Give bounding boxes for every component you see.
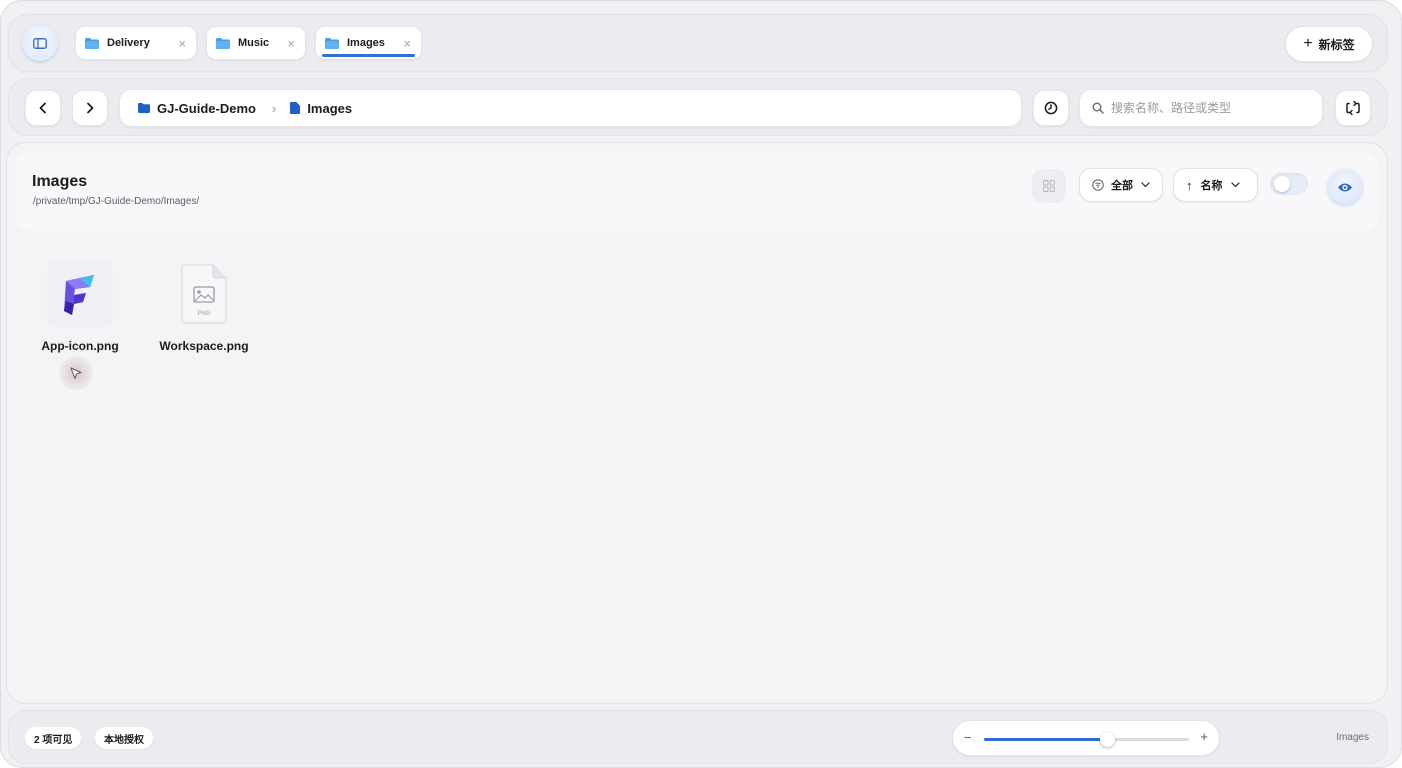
current-location-label: Images <box>1336 732 1369 743</box>
sort-label: 名称 <box>1200 180 1223 192</box>
file-type-badge: PNG <box>197 311 210 317</box>
tab-label: Delivery <box>107 37 150 49</box>
chevron-down-icon <box>1230 182 1240 188</box>
close-icon[interactable]: × <box>178 36 186 51</box>
search-input[interactable] <box>1111 101 1311 115</box>
filter-dropdown[interactable]: 全部 <box>1079 168 1163 202</box>
mouse-cursor-icon <box>59 356 93 390</box>
clock-icon <box>1044 101 1058 115</box>
tab-music[interactable]: Music × <box>206 26 306 60</box>
app-logo-icon <box>64 275 94 315</box>
zoom-slider[interactable]: − + <box>952 720 1220 756</box>
folder-icon <box>138 103 150 113</box>
hidden-files-toggle[interactable] <box>1270 173 1308 195</box>
file-item-app-icon[interactable]: App-icon.png <box>25 261 135 361</box>
search-icon <box>1092 102 1104 114</box>
new-tab-label: 新标签 <box>1318 37 1355 52</box>
zoom-in-icon[interactable]: + <box>1200 729 1208 744</box>
sync-button[interactable] <box>1335 90 1371 126</box>
sort-direction-icon: ↑ <box>1186 177 1193 193</box>
folder-icon <box>325 37 339 49</box>
eye-icon <box>1338 183 1352 191</box>
toolbar: GJ-Guide-Demo › Images <box>8 78 1388 136</box>
page-title: Images <box>32 173 88 190</box>
zoom-handle[interactable] <box>1100 732 1115 747</box>
filter-icon <box>1092 179 1104 191</box>
back-button[interactable] <box>25 90 61 126</box>
forward-button[interactable] <box>72 90 108 126</box>
zoom-fill <box>984 738 1107 741</box>
close-icon[interactable]: × <box>403 36 411 51</box>
content-header: Images /private/tmp/GJ-Guide-Demo/Images… <box>15 151 1379 231</box>
path-bar[interactable]: GJ-Guide-Demo › Images <box>119 89 1022 127</box>
item-count-badge: 2 项可见 <box>25 727 82 749</box>
history-button[interactable] <box>1033 90 1069 126</box>
breadcrumb-label: Images <box>307 100 353 116</box>
app-icon-thumbnail <box>47 261 113 327</box>
breadcrumb-item-root[interactable]: GJ-Guide-Demo <box>138 101 256 116</box>
new-tab-button[interactable]: + 新标签 <box>1285 26 1373 62</box>
grid-view-button[interactable] <box>1032 169 1066 203</box>
status-bar: 2 项可见 本地授权 − + Images <box>8 710 1388 764</box>
png-file-thumbnail: PNG <box>171 261 237 327</box>
refresh-arrows-icon <box>1346 100 1360 116</box>
folder-icon <box>85 37 99 49</box>
page-path: /private/tmp/GJ-Guide-Demo/Images/ <box>33 196 200 207</box>
plus-icon: + <box>1303 35 1313 52</box>
sidebar-toggle-button[interactable] <box>22 25 58 61</box>
tab-delivery[interactable]: Delivery × <box>75 26 197 60</box>
grid-icon <box>1043 180 1055 192</box>
breadcrumb-item-current[interactable]: Images <box>290 101 352 116</box>
file-item-workspace[interactable]: PNG Workspace.png <box>149 261 259 361</box>
file-browser-content: Images /private/tmp/GJ-Guide-Demo/Images… <box>6 142 1388 704</box>
chevron-down-icon <box>1141 182 1150 188</box>
file-name: App-icon.png <box>41 339 119 353</box>
folder-icon <box>216 37 230 49</box>
sidebar-icon <box>33 37 47 49</box>
toggle-knob <box>1274 176 1290 192</box>
zoom-track[interactable] <box>984 732 1189 747</box>
search-field[interactable] <box>1079 89 1323 127</box>
tab-label: Music <box>238 37 270 49</box>
close-icon[interactable]: × <box>287 36 295 51</box>
app-window: Delivery × Music × Images × + 新标签 GJ-Gui… <box>0 0 1402 768</box>
zoom-out-icon[interactable]: − <box>964 730 972 745</box>
file-name: Workspace.png <box>159 339 249 353</box>
breadcrumb-label: GJ-Guide-Demo <box>157 100 256 116</box>
image-file-icon: PNG <box>181 264 227 324</box>
license-badge: 本地授权 <box>95 727 153 749</box>
breadcrumb-separator-icon: › <box>271 100 277 116</box>
tab-images[interactable]: Images × <box>315 26 422 60</box>
preview-button[interactable] <box>1328 170 1362 204</box>
chevron-right-icon <box>87 102 94 114</box>
tab-label: Images <box>347 37 385 49</box>
filter-label: 全部 <box>1111 180 1133 192</box>
chevron-left-icon <box>39 102 46 114</box>
tab-bar: Delivery × Music × Images × + 新标签 <box>8 14 1388 72</box>
document-icon <box>290 102 301 114</box>
sort-dropdown[interactable]: ↑ 名称 <box>1173 168 1258 202</box>
